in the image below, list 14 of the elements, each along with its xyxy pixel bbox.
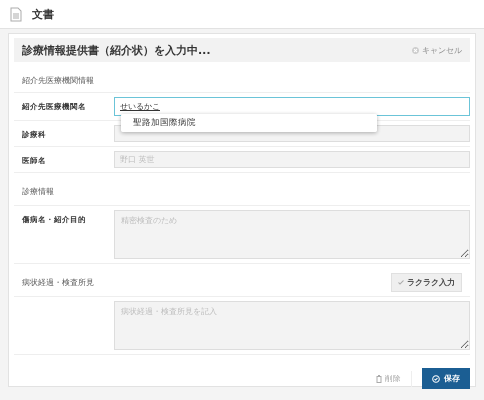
quick-input-button[interactable]: ラクラク入力 xyxy=(391,272,462,292)
section-title: 診療情報 xyxy=(22,186,54,196)
close-icon xyxy=(412,46,419,54)
suggestion-item[interactable]: 聖路加国際病院 xyxy=(121,114,377,132)
form-title: 診療情報提供書（紹介状）を入力中... xyxy=(22,42,211,58)
input-field[interactable]: せいるかこ xyxy=(114,97,470,116)
section-title: 病状経過・検査所見 xyxy=(22,276,94,288)
save-button[interactable]: 保存 xyxy=(422,368,470,389)
page-title: 文書 xyxy=(32,6,54,22)
document-icon xyxy=(10,6,22,22)
check-icon xyxy=(398,280,404,284)
section-title: 紹介先医療機関情報 xyxy=(22,74,94,86)
check-circle-icon xyxy=(432,374,440,382)
trash-icon xyxy=(376,374,382,382)
